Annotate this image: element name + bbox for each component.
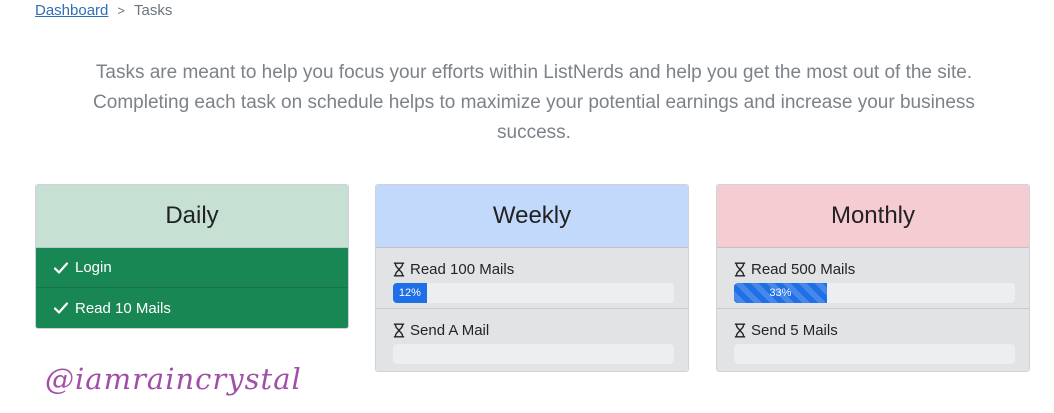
monthly-task-send-mails: Send 5 Mails: [717, 309, 1029, 371]
breadcrumb-separator: >: [117, 3, 125, 18]
breadcrumb-current: Tasks: [133, 2, 173, 19]
weekly-task-label: Send A Mail: [410, 321, 490, 339]
hourglass-icon: [393, 261, 405, 277]
daily-task-read-mails: Read 10 Mails: [36, 288, 348, 328]
weekly-task-label: Read 100 Mails: [410, 260, 515, 278]
check-icon: [53, 302, 69, 314]
monthly-send-mails-progress: [734, 344, 1015, 364]
hourglass-icon: [734, 322, 746, 338]
monthly-task-label: Read 500 Mails: [751, 260, 856, 278]
weekly-card-header: Weekly: [376, 185, 688, 248]
weekly-task-read-mails: Read 100 Mails 12%: [376, 248, 688, 309]
daily-task-label: Login: [75, 259, 112, 276]
watermark-text: @iamraincrystal: [45, 362, 302, 396]
daily-card-header: Daily: [36, 185, 348, 248]
daily-task-login: Login: [36, 248, 348, 288]
monthly-task-read-mails: Read 500 Mails 33%: [717, 248, 1029, 309]
daily-task-label: Read 10 Mails: [75, 299, 171, 317]
monthly-card-header: Monthly: [717, 185, 1029, 248]
hourglass-icon: [393, 322, 405, 338]
monthly-tasks-card: Monthly Read 500 Mails 33% Send 5 Mails: [716, 184, 1030, 372]
progress-bar-fill: 12%: [393, 283, 427, 303]
check-icon: [53, 261, 69, 274]
progress-bar-fill: 33%: [734, 283, 827, 303]
weekly-read-mails-progress: 12%: [393, 283, 674, 303]
weekly-task-send-mail: Send A Mail: [376, 309, 688, 371]
monthly-task-label: Send 5 Mails: [751, 321, 838, 339]
weekly-send-mail-progress: [393, 344, 674, 364]
daily-tasks-card: Daily Login Read 10 Mails: [35, 184, 349, 329]
weekly-tasks-card: Weekly Read 100 Mails 12% Send A Mail: [375, 184, 689, 372]
tasks-intro-text: Tasks are meant to help you focus your e…: [93, 62, 975, 143]
breadcrumb: Dashboard > Tasks: [35, 2, 172, 19]
monthly-read-mails-progress: 33%: [734, 283, 1015, 303]
breadcrumb-dashboard-link[interactable]: Dashboard: [35, 2, 108, 19]
hourglass-icon: [734, 261, 746, 277]
